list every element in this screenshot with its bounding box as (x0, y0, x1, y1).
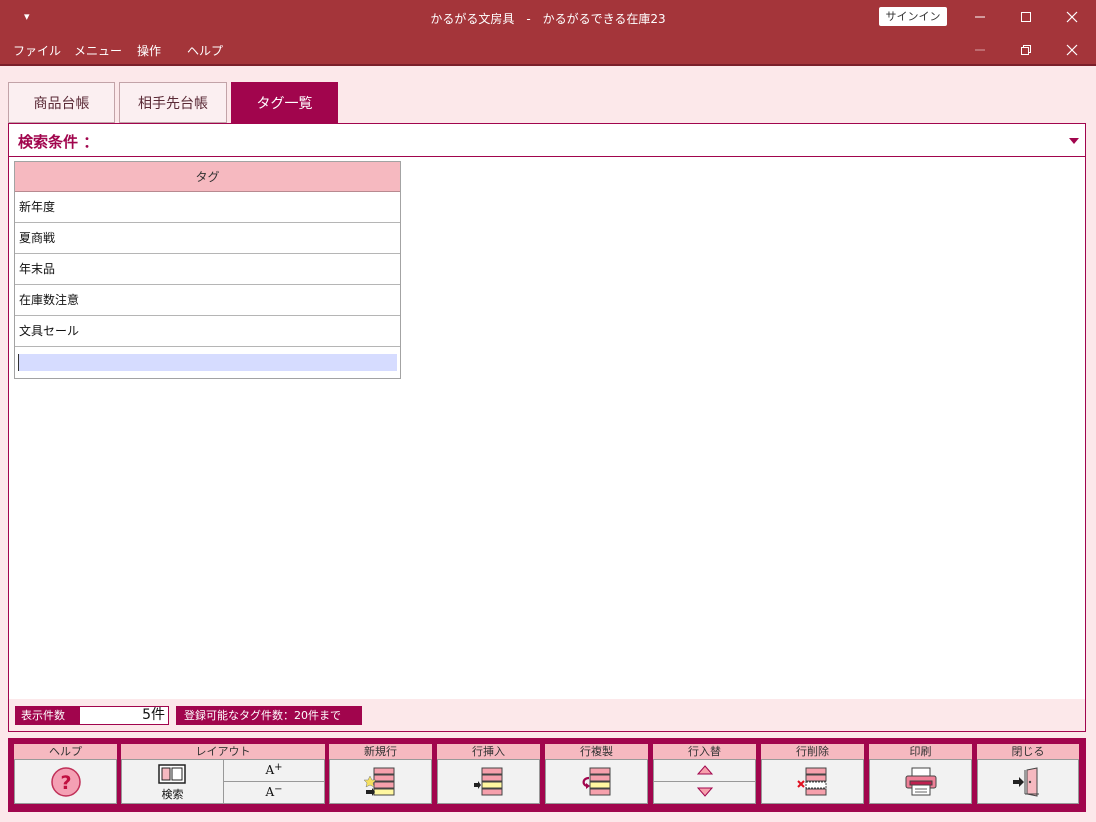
tab-partners[interactable]: 相手先台帳 (119, 82, 227, 123)
triangle-down-icon (696, 787, 713, 798)
tag-table: タグ 新年度 夏商戦 年末品 在庫数注意 文具セール (14, 161, 401, 379)
delete-row-icon (796, 767, 826, 795)
font-down-sign: − (274, 783, 283, 795)
title-bar: ▾ かるがる文房具 - かるがるできる在庫23 サインイン (0, 0, 1096, 36)
font-up-letter: A (265, 763, 275, 778)
insert-row-label: 行挿入 (437, 744, 540, 759)
svg-text:?: ? (60, 772, 71, 794)
font-size-down-button[interactable]: A − (224, 782, 324, 804)
font-up-sign: + (274, 761, 283, 773)
menu-file[interactable]: ファイル (13, 42, 61, 59)
tag-list-panel: 検索条件 ： タグ 新年度 夏商戦 年末品 在庫数注意 文具セール (8, 123, 1086, 731)
printer-icon (905, 767, 936, 795)
column-header-tag[interactable]: タグ (15, 162, 400, 192)
close-label: 閉じる (977, 744, 1079, 759)
copy-row-button[interactable]: 行複製 (545, 744, 648, 806)
print-button[interactable]: 印刷 (869, 744, 972, 806)
layout-search-text: 検索 (161, 788, 184, 801)
print-label: 印刷 (869, 744, 972, 759)
new-row-icon (363, 767, 394, 796)
status-area: 表示件数 5件 登録可能なタグ件数：20件まで (8, 699, 1086, 732)
insert-row-icon (473, 767, 502, 795)
tab-products[interactable]: 商品台帳 (8, 82, 115, 123)
search-conditions-bar[interactable]: 検索条件 ： (9, 124, 1085, 157)
insert-row-button[interactable]: 行挿入 (437, 744, 540, 806)
tab-tags[interactable]: タグ一覧 (231, 82, 338, 123)
layout-label: レイアウト (121, 744, 325, 759)
close-icon (1066, 44, 1078, 56)
minimize-icon (975, 16, 985, 18)
child-restore-button[interactable] (1003, 36, 1049, 64)
close-icon (1066, 11, 1078, 23)
menu-operation[interactable]: 操作 (137, 42, 161, 59)
menu-bar: ファイル メニュー 操作 ヘルプ (0, 36, 1096, 64)
maximize-button[interactable] (1003, 0, 1049, 34)
help-button[interactable]: ヘルプ ? (14, 744, 117, 806)
delete-row-button[interactable]: 行削除 (761, 744, 864, 806)
move-row-up-button[interactable] (654, 760, 755, 782)
table-row[interactable]: 在庫数注意 (15, 285, 400, 316)
help-button-label: ヘルプ (14, 744, 117, 759)
font-size-up-button[interactable]: A + (224, 760, 324, 782)
signin-button[interactable]: サインイン (879, 7, 947, 26)
maximize-icon (1021, 12, 1031, 22)
new-tag-input[interactable] (18, 354, 397, 371)
new-row-label: 新規行 (329, 744, 432, 759)
delete-row-label: 行削除 (761, 744, 864, 759)
minimize-icon (975, 49, 985, 51)
table-row[interactable]: 年末品 (15, 254, 400, 285)
table-row[interactable]: 新年度 (15, 192, 400, 223)
bottom-toolbar: ヘルプ ? レイアウト 検索 A + A − 新規行 行挿入 行複製 行入替 行… (8, 738, 1086, 812)
layout-panel-icon (158, 764, 186, 784)
table-row[interactable]: 夏商戦 (15, 223, 400, 254)
child-minimize-button[interactable] (957, 36, 1003, 64)
count-label: 表示件数 (15, 706, 79, 725)
swap-row-label: 行入替 (653, 744, 756, 759)
menu-menu[interactable]: メニュー (74, 42, 122, 59)
table-row[interactable]: 文具セール (15, 316, 400, 347)
minimize-button[interactable] (957, 0, 1003, 34)
exit-door-icon (1013, 766, 1039, 797)
move-row-down-button[interactable] (654, 782, 755, 804)
client-area: 商品台帳 相手先台帳 タグ一覧 検索条件 ： タグ 新年度 夏商戦 年末品 在庫… (0, 64, 1096, 822)
layout-search-button[interactable]: 検索 (122, 760, 224, 803)
copy-row-icon (582, 767, 610, 795)
copy-row-label: 行複製 (545, 744, 648, 759)
help-icon: ? (50, 766, 81, 797)
tag-limit-note: 登録可能なタグ件数：20件まで (176, 706, 362, 725)
restore-icon (1021, 45, 1031, 55)
swap-row-group: 行入替 (653, 744, 756, 806)
new-row-button[interactable]: 新規行 (329, 744, 432, 806)
child-close-button[interactable] (1049, 36, 1095, 64)
layout-group: レイアウト 検索 A + A − (121, 744, 325, 806)
count-value: 5件 (79, 706, 169, 725)
close-window-button[interactable] (1049, 0, 1095, 34)
expand-triangle-icon[interactable] (1069, 138, 1079, 144)
new-tag-row[interactable] (15, 347, 400, 378)
close-button[interactable]: 閉じる (977, 744, 1079, 806)
triangle-up-icon (696, 765, 713, 775)
search-conditions-label: 検索条件 ： (18, 133, 99, 151)
menu-help[interactable]: ヘルプ (187, 42, 223, 59)
font-down-letter: A (265, 785, 275, 800)
